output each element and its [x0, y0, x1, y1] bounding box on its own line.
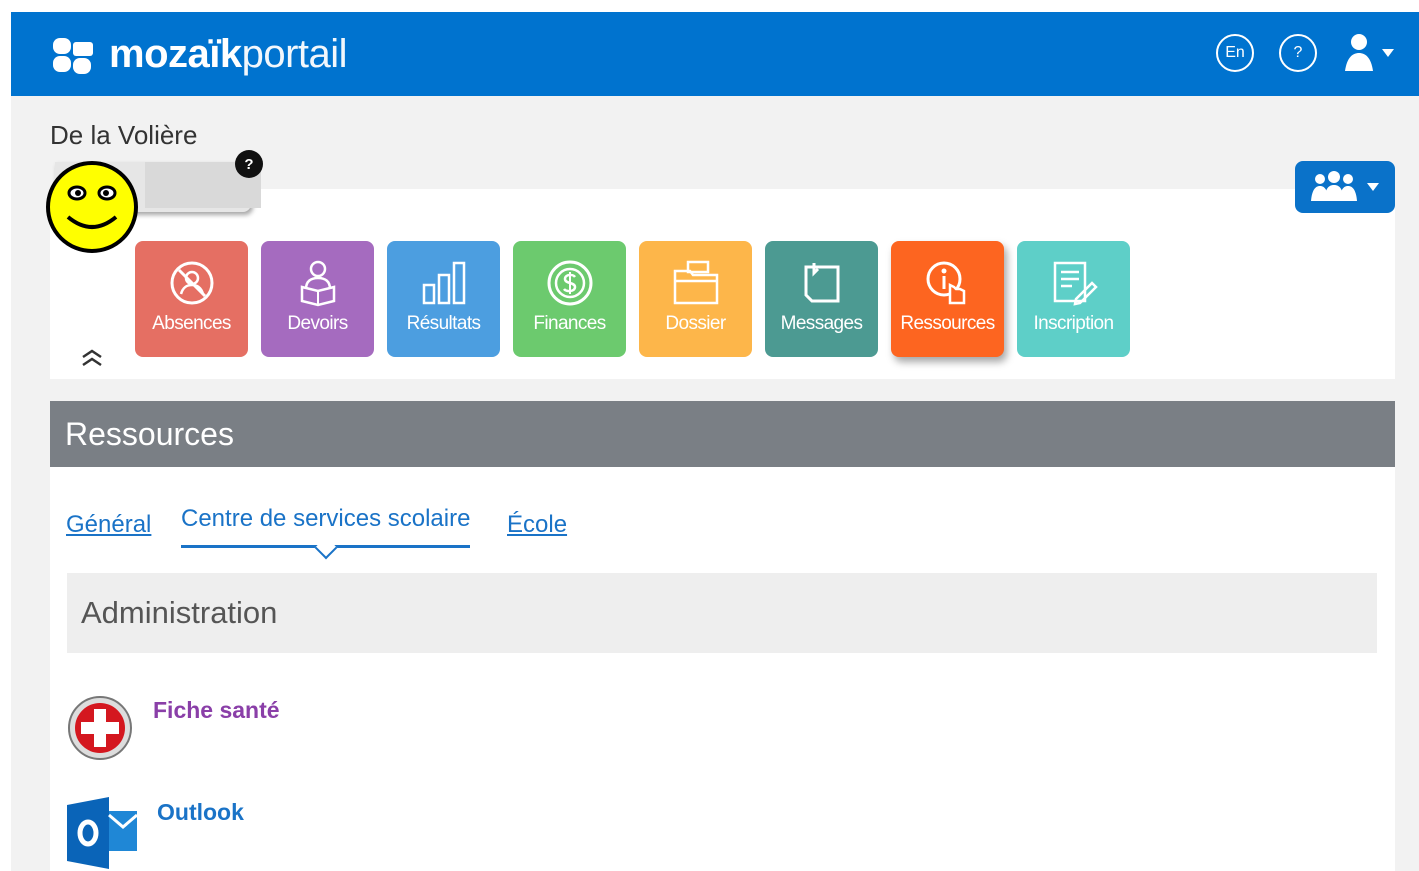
category-header: Administration: [67, 573, 1377, 653]
note-icon: [804, 263, 839, 303]
smiley-avatar-icon: [46, 161, 138, 253]
student-help-badge[interactable]: ?: [235, 150, 263, 178]
mozaik-logo-icon: [53, 38, 93, 74]
tile-finances[interactable]: Finances: [513, 241, 626, 357]
tile-label: Absences: [152, 313, 231, 334]
tile-label: Messages: [780, 313, 863, 334]
logo-light-text: portail: [241, 32, 348, 76]
caret-down-icon: [1382, 49, 1394, 57]
info-hand-icon: [926, 261, 965, 305]
resource-outlook[interactable]: Outlook: [67, 797, 244, 869]
tile-inscription[interactable]: Inscription: [1017, 241, 1130, 357]
tab-centre-services[interactable]: Centre de services scolaire: [181, 505, 471, 548]
book-reader-icon: [300, 260, 335, 307]
people-group-icon: [1311, 171, 1357, 201]
tab-ecole[interactable]: École: [507, 511, 567, 539]
resource-name: Fiche santé: [153, 697, 280, 723]
absences-icon: [170, 261, 213, 305]
user-menu-button[interactable]: [1341, 32, 1397, 74]
tile-label: Finances: [533, 313, 606, 334]
logo-bold-text: mozaïk: [109, 32, 242, 76]
dollar-coin-icon: [547, 260, 592, 306]
tile-label: Inscription: [1033, 313, 1115, 334]
caret-down-icon: [1367, 183, 1379, 191]
tile-resultats[interactable]: Résultats: [387, 241, 500, 357]
page: mozaïkportail En ? De la Volière ? Absen…: [11, 12, 1419, 871]
resource-fiche-sante[interactable]: Fiche santé: [67, 695, 280, 761]
form-edit-icon: [1053, 261, 1098, 306]
tile-label: Devoirs: [287, 313, 348, 334]
bar-chart-icon: [422, 261, 465, 305]
help-button[interactable]: ?: [1279, 34, 1317, 72]
tile-dossier[interactable]: Dossier: [639, 241, 752, 357]
health-cross-icon: [68, 696, 132, 760]
tile-devoirs[interactable]: Devoirs: [261, 241, 374, 357]
tile-label: Résultats: [406, 313, 481, 334]
group-selector-button[interactable]: [1295, 161, 1395, 213]
language-button[interactable]: En: [1216, 34, 1254, 72]
tab-general[interactable]: Général: [66, 511, 151, 539]
user-icon: [1345, 34, 1373, 71]
tile-absences[interactable]: Absences: [135, 241, 248, 357]
outlook-icon: [67, 797, 137, 869]
tile-ressources[interactable]: Ressources: [891, 241, 1004, 357]
tile-label: Ressources: [900, 313, 995, 334]
top-bar: mozaïkportail En ?: [11, 12, 1419, 96]
collapse-icon[interactable]: [79, 346, 105, 372]
folder-icon: [673, 260, 718, 305]
mozaik-logo[interactable]: mozaïkportail: [51, 26, 348, 82]
section-title: Ressources: [50, 401, 1395, 467]
tile-label: Dossier: [665, 313, 726, 334]
tile-messages[interactable]: Messages: [765, 241, 878, 357]
resources-content: Général Centre de services scolaire Écol…: [50, 467, 1395, 871]
resource-name: Outlook: [157, 799, 244, 825]
school-name: De la Volière: [50, 120, 198, 150]
module-tiles: Absences Devoirs Résultats Finances Doss…: [135, 241, 1130, 357]
